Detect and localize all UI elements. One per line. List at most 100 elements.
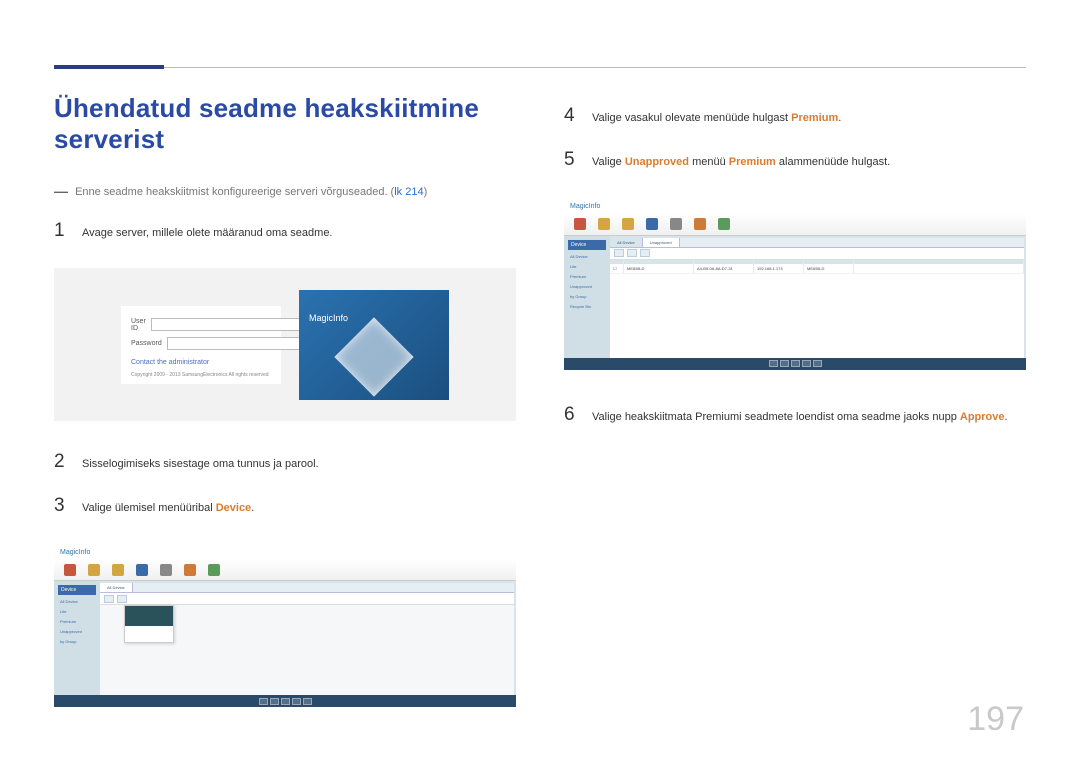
page-number: 197 <box>967 700 1024 739</box>
tool-button[interactable] <box>627 249 637 257</box>
nav-icon[interactable] <box>112 564 124 576</box>
list-row[interactable]: ☐ ME65B-D A4-B9-0A-8A-D7-31 192.168.1.17… <box>610 264 1024 274</box>
step-text-post: alammenüüde hulgast. <box>776 156 890 168</box>
app-body: Device All Device Lite Premium Unapprove… <box>564 236 1026 358</box>
step-text-post: . <box>838 112 841 124</box>
device-card[interactable] <box>124 605 174 643</box>
device-list: ☐ ME65B-D A4-B9-0A-8A-D7-31 192.168.1.17… <box>610 260 1024 358</box>
sidebar-item[interactable]: All Device <box>568 253 606 260</box>
step-text-post: . <box>251 502 254 514</box>
header-accent <box>54 65 164 69</box>
step-3: 3 Valige ülemisel menüüribal Device. <box>54 491 516 521</box>
row-model: ME65B-D <box>804 264 854 273</box>
nav-icon[interactable] <box>88 564 100 576</box>
footer-button[interactable] <box>769 360 778 367</box>
footer-button[interactable] <box>791 360 800 367</box>
footer-button[interactable] <box>259 698 268 705</box>
step-number: 2 <box>54 447 68 477</box>
app-footer <box>54 695 516 707</box>
sidebar-item-unapproved[interactable]: Unapproved <box>568 283 606 290</box>
footer-button[interactable] <box>281 698 290 705</box>
sidebar-item[interactable]: Recycle Bin <box>568 303 606 310</box>
step-text: Valige vasakul olevate menüüde hulgast P… <box>592 107 1026 128</box>
tab-unapproved[interactable]: Unapproved <box>643 238 680 247</box>
nav-icon[interactable] <box>184 564 196 576</box>
nav-icon[interactable] <box>718 218 730 230</box>
brand-thin: Info <box>333 313 348 323</box>
note-link[interactable]: lk 214 <box>394 186 423 198</box>
app-main: All Device Unapproved <box>610 238 1024 358</box>
footer-button[interactable] <box>292 698 301 705</box>
nav-icon[interactable] <box>64 564 76 576</box>
nav-icon[interactable] <box>622 218 634 230</box>
step-text: Avage server, millele olete määranud oma… <box>82 222 516 243</box>
sidebar-item[interactable]: by Group <box>58 638 96 645</box>
tab-bar: All Device <box>100 583 514 593</box>
nav-icon[interactable] <box>574 218 586 230</box>
app-nav-icons <box>564 214 1026 236</box>
nav-icon-device[interactable] <box>646 218 658 230</box>
step-number: 4 <box>564 101 578 131</box>
screenshot-login: User ID Login Password Sign Up Contact t… <box>54 268 516 420</box>
footer-button[interactable] <box>270 698 279 705</box>
sidebar-header: Device <box>58 585 96 595</box>
tab-bar: All Device Unapproved <box>610 238 1024 248</box>
note-dash-icon: ― <box>54 183 68 199</box>
brand-text: MagicInfo <box>309 313 348 323</box>
sidebar-item-premium[interactable]: Premium <box>568 273 606 280</box>
step-6: 6 Valige heakskiitmata Premiumi seadmete… <box>564 400 1026 430</box>
user-id-label: User ID <box>131 318 146 332</box>
contact-admin-link[interactable]: Contact the administrator <box>131 359 271 366</box>
pre-note: ― Enne seadme heakskiitmist konfigureeri… <box>54 181 516 202</box>
em-device: Device <box>216 502 251 514</box>
tool-button[interactable] <box>640 249 650 257</box>
nav-icon[interactable] <box>598 218 610 230</box>
em-approve: Approve <box>960 411 1005 423</box>
footer-button[interactable] <box>303 698 312 705</box>
tool-button[interactable] <box>614 249 624 257</box>
sidebar-item[interactable]: Lite <box>568 263 606 270</box>
nav-icon[interactable] <box>208 564 220 576</box>
app-logo: MagicInfo <box>60 549 90 556</box>
step-text: Valige Unapproved menüü Premium alammenü… <box>592 151 1026 172</box>
row-checkbox[interactable]: ☐ <box>610 264 624 273</box>
app-logo: MagicInfo <box>570 203 600 210</box>
step-text-pre: Valige heakskiitmata Premiumi seadmete l… <box>592 411 960 423</box>
sidebar-item[interactable]: Premium <box>58 618 96 625</box>
nav-icon[interactable] <box>670 218 682 230</box>
row-ip: 192.168.1.173 <box>754 264 804 273</box>
row-name: ME65B-D <box>624 264 694 273</box>
step-number: 1 <box>54 216 68 246</box>
sidebar-item[interactable]: All Device <box>58 598 96 605</box>
step-text-pre: Valige vasakul olevate menüüde hulgast <box>592 112 791 124</box>
step-number: 3 <box>54 491 68 521</box>
note-text-prefix: Enne seadme heakskiitmist konfigureerige… <box>75 186 394 198</box>
tab[interactable]: All Device <box>100 583 133 592</box>
tool-button[interactable] <box>104 595 114 603</box>
sidebar-item[interactable]: by Group <box>568 293 606 300</box>
nav-icon-device[interactable] <box>136 564 148 576</box>
login-row-pass: Password Sign Up <box>131 337 271 351</box>
footer-button[interactable] <box>780 360 789 367</box>
header-rule <box>54 67 1026 68</box>
nav-icon[interactable] <box>160 564 172 576</box>
sidebar-item[interactable]: Lite <box>58 608 96 615</box>
logo-bold: Magic <box>570 203 589 210</box>
tool-button[interactable] <box>117 595 127 603</box>
row-mac: A4-B9-0A-8A-D7-31 <box>694 264 754 273</box>
footer-button[interactable] <box>813 360 822 367</box>
sidebar-item[interactable]: Unapproved <box>58 628 96 635</box>
section-heading: Ühendatud seadme heakskiitmine serverist <box>54 93 516 155</box>
content-area: Ühendatud seadme heakskiitmine serverist… <box>54 93 1026 723</box>
nav-icon[interactable] <box>694 218 706 230</box>
app-nav-icons <box>54 559 516 581</box>
step-text-mid: menüü <box>689 156 729 168</box>
app-footer <box>564 358 1026 370</box>
footer-button[interactable] <box>802 360 811 367</box>
screenshot-app-device: MagicInfo Device All Device Lite Premium <box>54 545 516 707</box>
step-text-post: . <box>1005 411 1008 423</box>
tab[interactable]: All Device <box>610 238 643 247</box>
screenshot-app-unapproved: MagicInfo Device All Device Lite Premium <box>564 200 1026 370</box>
row-action <box>854 264 1024 273</box>
step-4: 4 Valige vasakul olevate menüüde hulgast… <box>564 101 1026 131</box>
